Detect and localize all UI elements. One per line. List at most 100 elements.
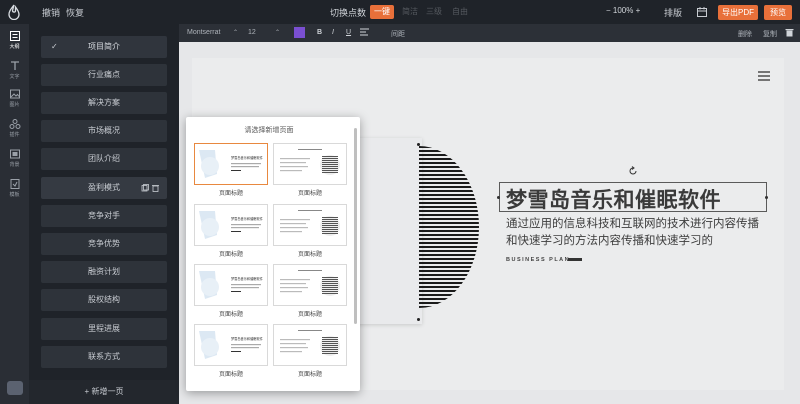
- outline-item-label: 联系方式: [88, 352, 120, 361]
- rail-item-plugins[interactable]: 插件: [0, 116, 29, 142]
- spacing-button[interactable]: 间距: [391, 29, 405, 39]
- align-left-icon[interactable]: [360, 28, 369, 37]
- undo-button[interactable]: 撤销: [42, 6, 60, 19]
- outline-item-label: 项目简介: [88, 42, 120, 51]
- text-color-swatch[interactable]: [294, 27, 305, 38]
- rail-item-label: 大纲: [9, 44, 20, 50]
- page-template-thumb[interactable]: [273, 324, 347, 366]
- thumb-heading: 梦雪岛音乐和催眠软件: [231, 216, 264, 221]
- outline-item[interactable]: 股权结构: [41, 289, 167, 311]
- popup-title: 请选择新增页面: [244, 127, 294, 134]
- zoom-in-button[interactable]: +: [636, 6, 641, 15]
- duplicate-icon[interactable]: [141, 184, 149, 192]
- template-icon: [10, 179, 19, 189]
- outline-item-label: 行业痛点: [88, 70, 120, 79]
- page-template-label: 页面标题: [218, 252, 243, 258]
- resize-handle[interactable]: [497, 196, 500, 199]
- outline-item[interactable]: 融资计划: [41, 261, 167, 283]
- page-template-label: 页面标题: [297, 252, 322, 258]
- bold-button[interactable]: B: [317, 29, 322, 36]
- zoom-control[interactable]: − 100% +: [606, 6, 640, 15]
- outline-item-label: 竞争对手: [88, 211, 120, 220]
- slide-title[interactable]: 梦雪岛音乐和催眠软件: [506, 184, 721, 214]
- outline-item-label: 融资计划: [88, 267, 120, 276]
- outline-item[interactable]: 盈利模式: [41, 177, 167, 199]
- slide-tag[interactable]: BUSINESS PLAN: [506, 257, 570, 263]
- thumb-preview: 梦雪岛音乐和催眠软件: [199, 271, 264, 299]
- tag-bar: [568, 258, 582, 261]
- mode-tab-2[interactable]: 三级: [424, 5, 444, 19]
- chat-support-icon[interactable]: [7, 381, 23, 395]
- rail-item-text[interactable]: 文字: [0, 58, 29, 84]
- item-tools: [141, 184, 159, 192]
- outline-item-label: 竞争优势: [88, 239, 120, 248]
- calendar-icon[interactable]: [696, 6, 708, 18]
- outline-item[interactable]: 竞争对手: [41, 205, 167, 227]
- slide-subtitle[interactable]: 通过应用的信息科技和互联网的技术进行内容传播和快速学习的方法内容传播和快速学习的: [506, 216, 766, 250]
- trash-icon[interactable]: [152, 185, 159, 192]
- font-family-select[interactable]: Montserrat: [187, 29, 220, 36]
- outline-item-label: 市场概况: [88, 126, 120, 135]
- app-logo-icon[interactable]: [6, 4, 22, 20]
- outline-item[interactable]: 市场概况: [41, 120, 167, 142]
- outline-item[interactable]: 行业痛点: [41, 64, 167, 86]
- outline-panel: ✓ 项目简介 行业痛点 解决方案 市场概况 团队介绍 盈利模式 竞争对手 竞争优…: [29, 24, 179, 404]
- page-template-thumb[interactable]: 梦雪岛音乐和催眠软件: [194, 143, 268, 185]
- rail-item-label: 图片: [9, 102, 20, 108]
- redo-button[interactable]: 恢复: [66, 6, 84, 19]
- trash-icon[interactable]: [785, 28, 794, 37]
- resize-handle[interactable]: [417, 318, 420, 321]
- outline-item[interactable]: 团队介绍: [41, 148, 167, 170]
- add-page-button[interactable]: + 新增一页: [29, 380, 179, 404]
- rotate-handle-icon[interactable]: [628, 166, 638, 176]
- outline-item[interactable]: ✓ 项目简介: [41, 36, 167, 58]
- mode-tab-1[interactable]: 简洁: [400, 5, 420, 19]
- zoom-out-button[interactable]: −: [606, 6, 611, 15]
- rail-item-background[interactable]: 背景: [0, 146, 29, 172]
- popup-scrollbar[interactable]: [354, 128, 357, 324]
- page-template-thumb[interactable]: 梦雪岛音乐和催眠软件: [194, 324, 268, 366]
- mode-tab-0[interactable]: 一键: [370, 5, 394, 19]
- font-size-select[interactable]: 12: [248, 29, 256, 36]
- copy-element-button[interactable]: 复制: [763, 29, 777, 39]
- italic-button[interactable]: I: [332, 29, 334, 36]
- page-template-thumb[interactable]: [273, 143, 347, 185]
- delete-element-button[interactable]: 删除: [738, 29, 752, 39]
- layout-button[interactable]: 排版: [664, 6, 682, 19]
- preview-button[interactable]: 预览: [764, 5, 792, 20]
- rail-item-label: 模板: [9, 192, 20, 198]
- plugin-icon: [9, 119, 20, 129]
- page-template-label: 页面标题: [297, 312, 322, 318]
- menu-icon[interactable]: [758, 71, 770, 81]
- outline-item-label: 解决方案: [88, 98, 120, 107]
- plus-icon: +: [84, 387, 90, 396]
- check-icon: ✓: [51, 42, 58, 51]
- page-template-thumb[interactable]: [273, 264, 347, 306]
- image-placeholder[interactable]: [350, 138, 422, 324]
- thumb-preview: [280, 330, 340, 356]
- thumb-preview: [280, 149, 340, 175]
- page-template-thumb[interactable]: [273, 204, 347, 246]
- rail-item-label: 文字: [9, 74, 20, 80]
- rail-item-template[interactable]: 模板: [0, 176, 29, 202]
- striped-half-circle: [419, 146, 479, 308]
- rail-item-image[interactable]: 图片: [0, 86, 29, 112]
- outline-item-label: 团队介绍: [88, 154, 120, 163]
- format-toolbar: Montserrat ⌃ 12 ⌃ B I U 间距 删除 复制: [179, 24, 800, 42]
- page-template-thumb[interactable]: 梦雪岛音乐和催眠软件: [194, 264, 268, 306]
- page-template-label: 页面标题: [218, 191, 243, 197]
- export-pdf-button[interactable]: 导出PDF: [718, 5, 758, 20]
- mode-tab-3[interactable]: 自由: [450, 5, 470, 19]
- image-icon: [9, 89, 20, 99]
- outline-item[interactable]: 竞争优势: [41, 233, 167, 255]
- outline-item[interactable]: 解决方案: [41, 92, 167, 114]
- rail-item-outline[interactable]: 大纲: [0, 28, 29, 54]
- page-template-thumb[interactable]: 梦雪岛音乐和催眠软件: [194, 204, 268, 246]
- outline-item-label: 股权结构: [88, 295, 120, 304]
- outline-item[interactable]: 联系方式: [41, 346, 167, 368]
- font-size-chevron-icon[interactable]: ⌃: [275, 29, 280, 36]
- outline-item[interactable]: 里程进展: [41, 318, 167, 340]
- font-family-chevron-icon[interactable]: ⌃: [233, 29, 238, 36]
- underline-button[interactable]: U: [346, 29, 351, 36]
- resize-handle[interactable]: [765, 196, 768, 199]
